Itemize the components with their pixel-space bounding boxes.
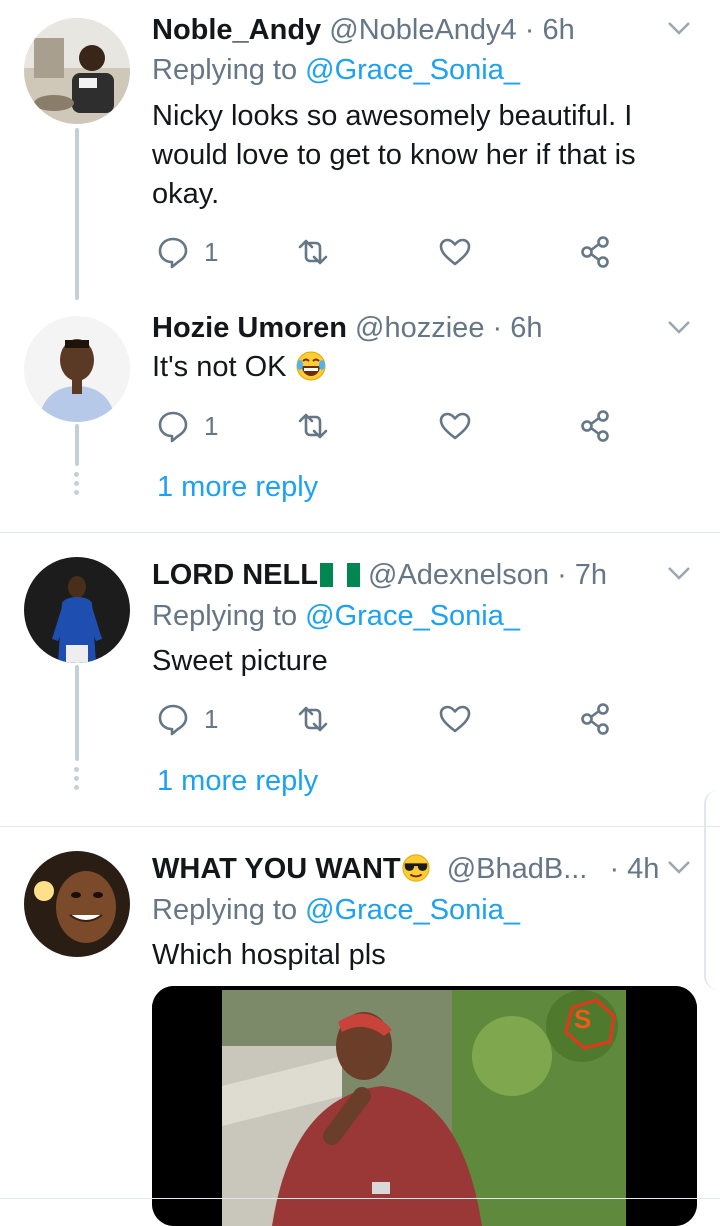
tweet-header: Noble_Andy @NobleAndy4 · 6h bbox=[152, 12, 575, 48]
tweet-header: LORD NELL @Adexnelson · 7h bbox=[152, 557, 607, 593]
retweet-icon bbox=[298, 239, 328, 265]
like-button[interactable] bbox=[438, 406, 472, 446]
timestamp[interactable]: 6h bbox=[543, 14, 575, 46]
thread-line bbox=[75, 424, 79, 466]
display-name[interactable]: LORD NELL bbox=[152, 559, 318, 591]
share-icon bbox=[581, 410, 609, 442]
svg-text:S: S bbox=[574, 1004, 591, 1034]
tweet-text-wrap: It's not OK bbox=[152, 348, 672, 387]
tweet-text: Which hospital pls bbox=[152, 939, 386, 971]
replying-to: Replying to @Grace_Sonia_ bbox=[152, 598, 520, 634]
display-name[interactable]: Hozie Umoren bbox=[152, 312, 347, 344]
divider bbox=[0, 1198, 720, 1199]
tweet-lord-nell[interactable]: LORD NELL @Adexnelson · 7h Replying to @… bbox=[0, 533, 720, 825]
reply-button[interactable]: 1 bbox=[156, 406, 218, 446]
reply-icon bbox=[158, 704, 188, 736]
replying-to-label: Replying to bbox=[152, 600, 298, 632]
user-handle[interactable]: @BhadB... bbox=[447, 853, 588, 885]
heart-icon bbox=[439, 705, 471, 733]
tweet-actions: 1 bbox=[152, 699, 622, 739]
nigeria-flag-icon bbox=[319, 563, 360, 587]
reply-count: 1 bbox=[204, 703, 219, 734]
like-button[interactable] bbox=[438, 699, 472, 739]
replying-to-link[interactable]: @Grace_Sonia_ bbox=[305, 54, 520, 86]
laughing-tears-emoji-icon bbox=[296, 351, 326, 381]
retweet-button[interactable] bbox=[296, 699, 330, 739]
chevron-down-icon[interactable] bbox=[666, 18, 692, 38]
replying-to: Replying to @Grace_Sonia_ bbox=[152, 892, 520, 928]
tweet-text: Sweet picture bbox=[152, 645, 328, 677]
tweet-noble-andy[interactable]: Noble_Andy @NobleAndy4 · 6h Replying to … bbox=[0, 0, 720, 300]
avatar[interactable] bbox=[24, 851, 130, 957]
share-icon bbox=[581, 703, 609, 735]
replying-to-link[interactable]: @Grace_Sonia_ bbox=[305, 600, 520, 632]
tweet-header: Hozie Umoren @hozziee · 6h bbox=[152, 310, 543, 346]
retweet-icon bbox=[298, 413, 328, 439]
timestamp[interactable]: 4h bbox=[627, 853, 659, 885]
chevron-down-icon[interactable] bbox=[666, 317, 692, 337]
share-button[interactable] bbox=[578, 699, 612, 739]
timestamp[interactable]: 7h bbox=[575, 559, 607, 591]
timestamp[interactable]: 6h bbox=[510, 312, 542, 344]
tweet-actions: 1 bbox=[152, 232, 622, 272]
user-handle[interactable]: @NobleAndy4 bbox=[329, 14, 516, 46]
avatar[interactable] bbox=[24, 557, 130, 663]
more-replies-link[interactable]: 1 more reply bbox=[157, 469, 318, 505]
reply-icon bbox=[158, 237, 188, 269]
chevron-down-icon[interactable] bbox=[666, 857, 692, 877]
share-button[interactable] bbox=[578, 232, 612, 272]
more-replies-link[interactable]: 1 more reply bbox=[157, 763, 318, 799]
reply-button[interactable]: 1 bbox=[156, 232, 218, 272]
replying-to: Replying to @Grace_Sonia_ bbox=[152, 52, 520, 88]
video-frame: S bbox=[152, 986, 697, 1226]
reply-count: 1 bbox=[204, 236, 219, 267]
avatar[interactable] bbox=[24, 316, 130, 422]
tweet-text: It's not OK bbox=[152, 351, 287, 383]
separator-dot: · bbox=[524, 14, 535, 46]
heart-icon bbox=[439, 238, 471, 266]
tweet-header: WHAT YOU WANT @BhadB... · 4h bbox=[152, 851, 659, 887]
share-button[interactable] bbox=[578, 406, 612, 446]
like-button[interactable] bbox=[438, 232, 472, 272]
reply-button[interactable]: 1 bbox=[156, 699, 218, 739]
scroll-edge bbox=[704, 790, 720, 990]
tweet-actions: 1 bbox=[152, 406, 622, 446]
tweet-text: Nicky looks so awesomely beautiful. I wo… bbox=[152, 100, 636, 210]
separator-dot: · bbox=[609, 853, 620, 885]
retweet-icon bbox=[298, 706, 328, 732]
display-name[interactable]: Noble_Andy bbox=[152, 14, 321, 46]
tweet-hozie-umoren[interactable]: Hozie Umoren @hozziee · 6h It's not OK 1 bbox=[0, 300, 720, 532]
reply-icon bbox=[158, 411, 188, 443]
replying-to-link[interactable]: @Grace_Sonia_ bbox=[305, 894, 520, 926]
thread-line bbox=[75, 128, 79, 300]
separator-dot: · bbox=[492, 312, 503, 344]
avatar[interactable] bbox=[24, 18, 130, 124]
display-name[interactable]: WHAT YOU WANT bbox=[152, 853, 401, 885]
user-handle[interactable]: @Adexnelson bbox=[368, 559, 549, 591]
user-handle[interactable]: @hozziee bbox=[355, 312, 484, 344]
retweet-button[interactable] bbox=[296, 232, 330, 272]
separator-dot: · bbox=[557, 559, 567, 591]
reply-count: 1 bbox=[204, 410, 219, 441]
tweet-media-video[interactable]: S bbox=[152, 986, 697, 1226]
thread-line bbox=[75, 665, 79, 761]
more-replies-dots bbox=[74, 767, 80, 794]
share-icon bbox=[581, 236, 609, 268]
replying-to-label: Replying to bbox=[152, 54, 298, 86]
heart-icon bbox=[439, 412, 471, 440]
replying-to-label: Replying to bbox=[152, 894, 298, 926]
more-replies-dots bbox=[74, 472, 80, 499]
sunglasses-emoji-icon bbox=[402, 854, 430, 882]
chevron-down-icon[interactable] bbox=[666, 563, 692, 583]
retweet-button[interactable] bbox=[296, 406, 330, 446]
